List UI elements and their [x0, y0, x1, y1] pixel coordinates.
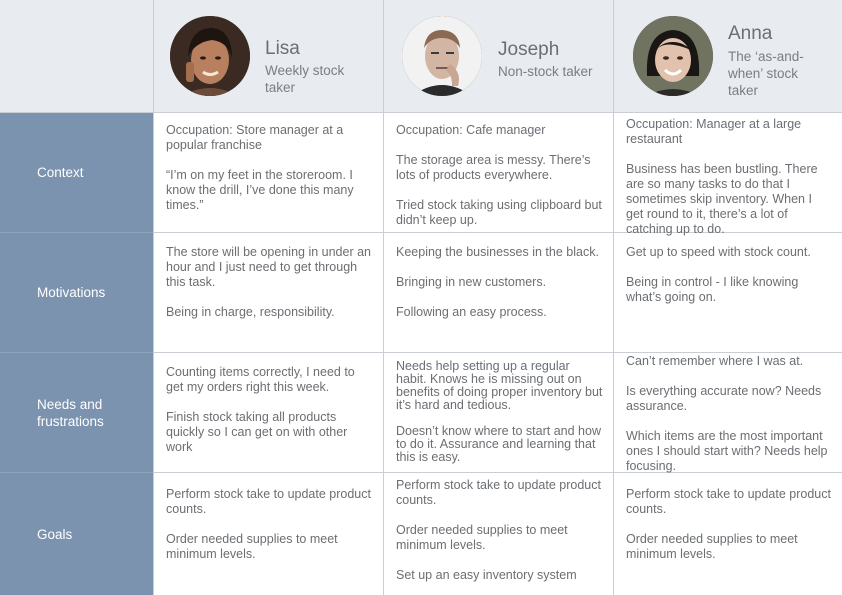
cell-needs-anna: Can’t remember where I was at. Is everyt… — [613, 353, 842, 473]
avatar-anna — [633, 16, 713, 96]
cell-motivations-anna: Get up to speed with stock count. Being … — [613, 233, 842, 353]
cell-text: The storage area is messy. There’s lots … — [396, 153, 591, 182]
cell-text: Which items are the most important ones … — [626, 429, 828, 473]
cell-text: Order needed supplies to meet minimum le… — [396, 523, 568, 552]
avatar-lisa — [170, 16, 250, 96]
cell-text: Being in control - I like knowing what’s… — [626, 275, 799, 304]
persona-name: Lisa — [265, 38, 300, 59]
cell-goals-anna: Perform stock take to update product cou… — [613, 473, 842, 595]
cell-text: Set up an easy inventory system — [396, 568, 577, 582]
cell-text: Doesn’t know where to start and how to d… — [396, 424, 601, 464]
cell-text: Keeping the businesses in the black. — [396, 245, 599, 259]
cell-context-anna: Occupation: Manager at a large restauran… — [613, 113, 842, 236]
persona-lisa: Lisa Weekly stock taker — [153, 0, 383, 113]
cell-goals-joseph: Perform stock take to update product cou… — [383, 473, 613, 595]
cell-text: Perform stock take to update product cou… — [626, 487, 831, 516]
cell-text: Get up to speed with stock count. — [626, 245, 811, 259]
header-corner — [0, 0, 153, 113]
cell-text: Bringing in new customers. — [396, 275, 547, 289]
row-label-context: Context — [0, 113, 153, 233]
cell-text: Tried stock taking using clipboard but d… — [396, 198, 602, 227]
row-label-needs-and-frustrations: Needs and frustrations — [0, 353, 153, 473]
persona-anna: Anna The ‘as-and-when’ stock taker — [613, 0, 842, 113]
cell-text: Order needed supplies to meet minimum le… — [626, 532, 798, 561]
cell-motivations-joseph: Keeping the businesses in the black. Bri… — [383, 233, 613, 353]
cell-text: Occupation: Store manager at a popular f… — [166, 123, 344, 152]
cell-text: Business has been bustling. There are so… — [626, 162, 818, 236]
cell-text: Occupation: Cafe manager — [396, 123, 546, 137]
cell-text: Being in charge, responsibility. — [166, 305, 335, 319]
cell-text: Counting items correctly, I need to get … — [166, 365, 355, 394]
persona-role: Weekly stock taker — [265, 63, 345, 95]
cell-motivations-lisa: The store will be opening in under an ho… — [153, 233, 383, 353]
cell-text: The store will be opening in under an ho… — [166, 245, 371, 289]
cell-needs-joseph: Needs help setting up a regular habit. K… — [383, 353, 613, 473]
cell-needs-lisa: Counting items correctly, I need to get … — [153, 353, 383, 473]
row-label-motivations: Motivations — [0, 233, 153, 353]
persona-joseph: Joseph Non-stock taker — [383, 0, 613, 113]
cell-text: Perform stock take to update product cou… — [166, 487, 371, 516]
cell-goals-lisa: Perform stock take to update product cou… — [153, 473, 383, 595]
persona-role: The ‘as-and-when’ stock taker — [728, 49, 804, 98]
cell-text: Occupation: Manager at a large restauran… — [626, 117, 802, 146]
cell-context-joseph: Occupation: Cafe manager The storage are… — [383, 113, 613, 233]
cell-text: Perform stock take to update product cou… — [396, 478, 601, 507]
persona-name: Joseph — [498, 39, 560, 60]
cell-text: Following an easy process. — [396, 305, 547, 319]
cell-context-lisa: Occupation: Store manager at a popular f… — [153, 113, 383, 233]
persona-matrix: Lisa Weekly stock taker Joseph Non-stock… — [0, 0, 842, 595]
persona-role: Non-stock taker — [498, 64, 593, 79]
row-label-goals: Goals — [0, 473, 153, 595]
persona-name: Anna — [728, 23, 773, 44]
cell-text: “I’m on my feet in the storeroom. I know… — [166, 168, 354, 212]
cell-text: Needs help setting up a regular habit. K… — [396, 359, 603, 412]
cell-text: Order needed supplies to meet minimum le… — [166, 532, 338, 561]
cell-text: Finish stock taking all products quickly… — [166, 410, 348, 454]
avatar-joseph — [402, 16, 482, 96]
cell-text: Can’t remember where I was at. — [626, 354, 804, 368]
cell-text: Is everything accurate now? Needs assura… — [626, 384, 822, 413]
